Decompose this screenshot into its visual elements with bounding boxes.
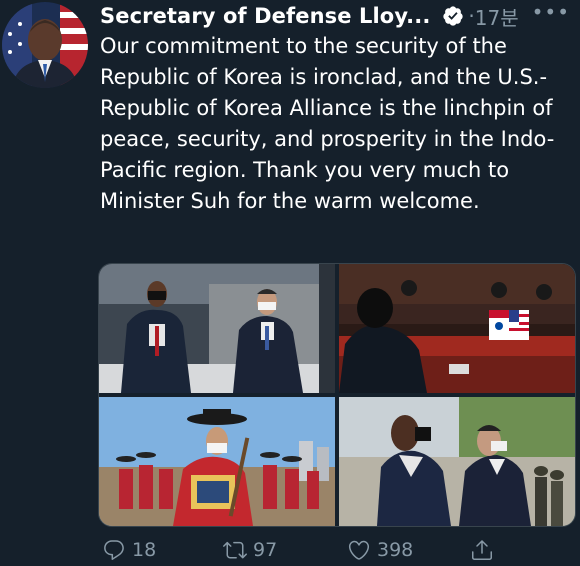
retweet-icon [223,541,247,559]
photo-2[interactable] [339,264,575,393]
reply-icon [104,540,124,560]
like-icon [348,540,370,560]
timestamp[interactable]: 17분 [475,2,519,31]
photo-1[interactable] [99,264,335,393]
avatar[interactable] [2,2,88,88]
share-icon [472,540,492,560]
reply-button[interactable]: 18 [102,538,156,562]
tweet-text: Our commitment to the security of the Re… [100,34,555,213]
author-name[interactable]: Secretary of Defense Lloy... [100,4,430,28]
retweet-button[interactable]: 97 [223,538,277,562]
photo-4[interactable] [339,397,575,526]
share-button[interactable] [470,538,500,562]
verified-badge-icon [442,5,464,27]
like-count: 398 [377,539,414,561]
like-button[interactable]: 398 [347,538,413,562]
reply-count: 18 [132,539,157,561]
more-icon[interactable]: ••• [532,0,570,24]
media-grid [98,263,576,527]
photo-3[interactable] [99,397,335,526]
retweet-count: 97 [253,539,278,561]
tweet-header: Secretary of Defense Lloy... · 17분 [100,0,580,32]
tweet-actions: 18 97 398 [100,534,570,566]
